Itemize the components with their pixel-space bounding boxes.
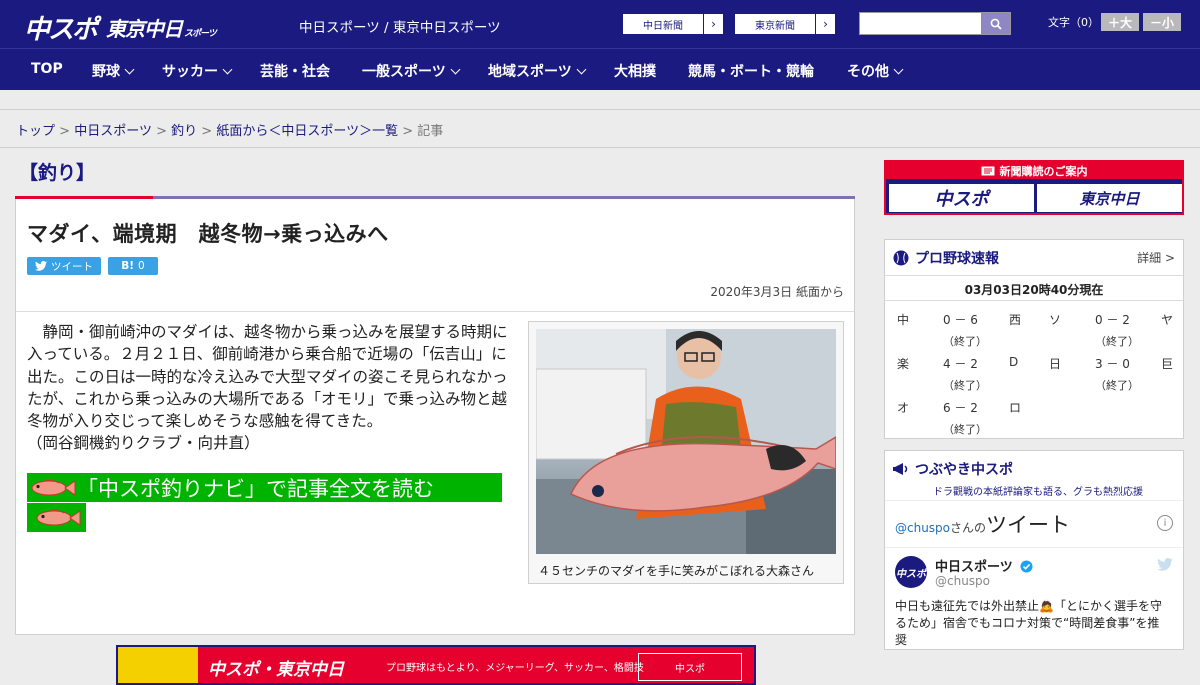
top-header: 中スポ 東京中日 スポーツ 中日スポーツ / 東京中日スポーツ 中日新聞 › 東京… [0, 0, 1200, 48]
game-row[interactable]: 日 3 － 0 巨 （終了） [1037, 347, 1177, 392]
chevron-right-icon: › [703, 14, 723, 34]
breadcrumb-list[interactable]: 紙面から＜中日スポーツ＞一覧 [216, 124, 398, 139]
breadcrumb-top[interactable]: トップ [16, 124, 55, 139]
chevron-down-icon [222, 64, 233, 74]
nav-other[interactable]: その他 [847, 61, 904, 81]
search-button[interactable] [981, 13, 1010, 34]
tweet-author-handle[interactable]: @chuspo [935, 574, 990, 588]
nav-entertainment[interactable]: 芸能・社会 [260, 61, 330, 81]
search-input[interactable] [859, 12, 1011, 35]
breadcrumb-current: 記事 [417, 124, 444, 139]
fish-icon [36, 509, 80, 526]
subscription-header: 新聞購読のご案内 [886, 162, 1182, 179]
baseball-icon [893, 250, 909, 265]
scores-timestamp: 03月03日20時40分現在 [885, 276, 1183, 301]
game-row[interactable]: オ 6 － 2 ロ （終了） [885, 391, 1025, 436]
sidebar: 新聞購読のご案内 中スポ 東京中日 プロ野球速報 詳細 > 03月03日20時4… [884, 160, 1184, 650]
hatena-count: 0 [138, 260, 145, 272]
game-row[interactable]: 楽 4 － 2 D （終了） [885, 347, 1025, 392]
subscription-box[interactable]: 新聞購読のご案内 中スポ 東京中日 [884, 160, 1184, 215]
article-photo[interactable] [536, 329, 836, 554]
nav-general-sports[interactable]: 一般スポーツ [362, 61, 461, 81]
promo-cta-button[interactable]: 中スポ [638, 653, 742, 681]
breadcrumb-chuspo[interactable]: 中日スポーツ [74, 124, 152, 139]
timeline-heading: @chuspoさんのツイート [895, 513, 1071, 537]
tweet-button[interactable]: ツイート [27, 257, 101, 275]
scores-detail-link[interactable]: 詳細 > [1137, 249, 1175, 266]
verified-badge-icon [1020, 560, 1033, 573]
nav-top[interactable]: TOP [31, 61, 63, 77]
nav-soccer[interactable]: サッカー [162, 61, 233, 81]
angler-with-sea-bream-image [536, 329, 836, 554]
tokyo-shimbun-link[interactable]: 東京新聞 › [734, 13, 836, 35]
site-logo[interactable]: 中スポ 東京中日 スポーツ [24, 9, 217, 46]
spacer-strip [0, 90, 1200, 110]
article-paragraph: 静岡・御前崎沖のマダイは、越冬物から乗っ込みを展望する時期に入っている。２月２１… [27, 323, 508, 431]
twitter-account-link[interactable]: @chuspo [895, 521, 950, 535]
avatar[interactable]: 中スポ [895, 556, 927, 588]
logo-tokyo-chunichi[interactable]: 東京中日 スポーツ [106, 13, 217, 42]
tweet-item[interactable]: 中スポ 中日スポーツ @chuspo 中日も遠征先では外出禁止🙇「とにかく選手を… [885, 547, 1183, 649]
tweet-text: 中日も遠征先では外出禁止🙇「とにかく選手を守るため」宿舎でもコロナ対策で“時間差… [895, 599, 1162, 647]
article-column: 【釣り】 マダイ、端境期 越冬物→乗っ込みへ ツイート B! 0 2020年3月… [15, 152, 855, 685]
nav-racing[interactable]: 競馬・ボート・競輪 [688, 61, 814, 81]
game-row[interactable]: ソ 0 － 2 ヤ （終了） [1037, 303, 1177, 348]
twitter-subtitle: ドラ觀戦の本紙評論家も語る、グラも熱烈応援 [933, 487, 1143, 498]
chevron-down-icon [124, 64, 135, 74]
chevron-right-icon: › [815, 14, 835, 34]
game-row[interactable]: 中 0 － 6 西 （終了） [885, 303, 1025, 348]
twitter-header: つぶやき中スポ ドラ觀戦の本紙評論家も語る、グラも熱烈応援 [885, 451, 1183, 501]
promo-text: プロ野球はもとより、メジャーリーグ、サッカー、格闘技 [386, 663, 644, 674]
chunichi-shimbun-link[interactable]: 中日新聞 › [622, 13, 724, 35]
article-date: 2020年3月3日 紙面から [710, 285, 844, 299]
search-icon [990, 18, 1002, 30]
breadcrumb-fishing[interactable]: 釣り [171, 124, 197, 139]
breadcrumb: トップ > 中日スポーツ > 釣り > 紙面から＜中日スポーツ＞一覧 > 記事 [0, 110, 1200, 148]
subscribe-chuspo-button[interactable]: 中スポ [889, 184, 1034, 212]
promo-thumbnail [118, 647, 198, 683]
chevron-down-icon [893, 64, 904, 74]
baseball-scores-box: プロ野球速報 詳細 > 03月03日20時40分現在 中 0 － 6 西 （終了… [884, 239, 1184, 439]
megaphone-icon [893, 463, 908, 475]
scores-title: プロ野球速報 [915, 250, 999, 267]
site-name-link[interactable]: 中日スポーツ / 東京中日スポーツ [299, 16, 501, 36]
font-size-label: 文字（0） [1048, 16, 1099, 29]
chevron-down-icon [450, 64, 461, 74]
chevron-down-icon [576, 64, 587, 74]
newspaper-icon [981, 166, 994, 175]
twitter-bird-icon[interactable] [1157, 558, 1173, 571]
hatena-bookmark-button[interactable]: B! 0 [108, 257, 158, 275]
promo-logo: 中スポ・東京中日 [208, 660, 344, 680]
photo-caption: ４５センチのマダイを手に笑みがこぼれる大森さん [538, 564, 815, 578]
tsuri-navi-link[interactable]: 「中スポ釣りナビ」で記事全文を読む [27, 473, 502, 502]
photo-figure: ４５センチのマダイを手に笑みがこぼれる大森さん [528, 321, 844, 584]
article-byline: （岡谷鋼機釣りクラブ・向井直） [27, 434, 260, 453]
nav-local-sports[interactable]: 地域スポーツ [488, 61, 587, 81]
main-nav: TOP 野球 サッカー 芸能・社会 一般スポーツ 地域スポーツ 大相撲 競馬・ボ… [0, 48, 1200, 90]
scores-header: プロ野球速報 詳細 > [885, 240, 1183, 276]
twitter-title: つぶやき中スポ [915, 462, 1013, 478]
article-card: マダイ、端境期 越冬物→乗っ込みへ ツイート B! 0 2020年3月3日 紙面… [15, 199, 855, 685]
tweet-author-name[interactable]: 中日スポーツ [935, 556, 1033, 575]
nav-baseball[interactable]: 野球 [92, 61, 135, 81]
twitter-bird-icon [35, 261, 47, 271]
divider [16, 311, 854, 312]
category-title: 【釣り】 [19, 162, 96, 184]
fish-icon [31, 479, 76, 496]
promo-banner[interactable]: 中スポ・東京中日 プロ野球はもとより、メジャーリーグ、サッカー、格闘技 中スポ [116, 645, 756, 685]
font-size-up-button[interactable]: ＋大 [1101, 13, 1139, 31]
nav-sumo[interactable]: 大相撲 [614, 61, 656, 81]
subscribe-tokyo-button[interactable]: 東京中日 [1037, 184, 1182, 212]
twitter-box: つぶやき中スポ ドラ觀戦の本紙評論家も語る、グラも熱烈応援 @chuspoさんの… [884, 450, 1184, 650]
font-size-down-button[interactable]: －小 [1143, 13, 1181, 31]
hatena-icon: B! [121, 260, 135, 272]
info-icon[interactable]: i [1157, 515, 1173, 531]
logo-chuspo[interactable]: 中スポ [24, 9, 98, 46]
article-title: マダイ、端境期 越冬物→乗っ込みへ [27, 222, 389, 246]
tsuri-navi-fish[interactable] [27, 503, 86, 532]
article-body: 静岡・御前崎沖のマダイは、越冬物から乗っ込みを展望する時期に入っている。２月２１… [27, 321, 513, 455]
